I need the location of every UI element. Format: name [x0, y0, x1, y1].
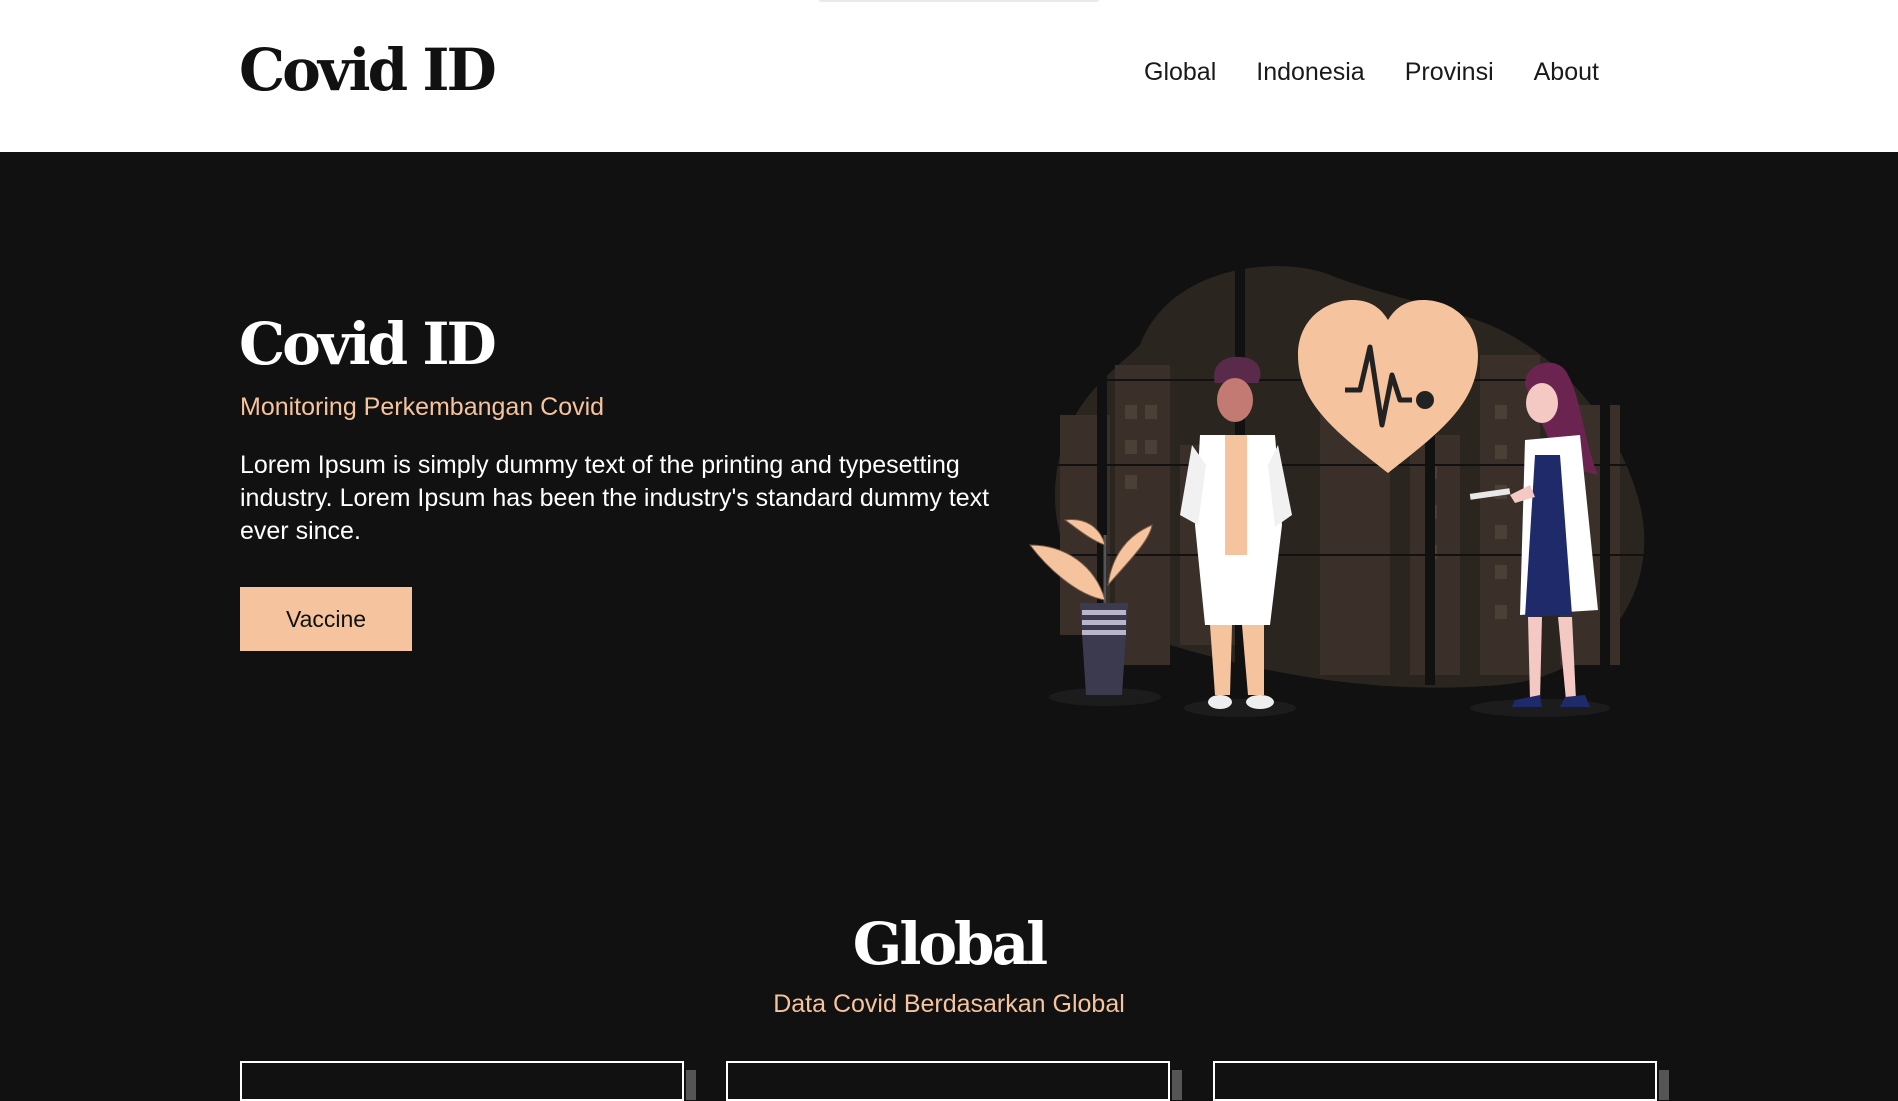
- hero-description: Lorem Ipsum is simply dummy text of the …: [240, 451, 990, 545]
- brand-logo[interactable]: Covid ID: [239, 36, 497, 104]
- doctors-illustration: [1028, 265, 1660, 717]
- vaccine-button[interactable]: Vaccine: [240, 587, 412, 651]
- global-title: Global: [852, 910, 1048, 978]
- site-header: Covid ID Global Indonesia Provinsi About: [0, 0, 1898, 152]
- stat-card-1-shadow: [686, 1070, 696, 1100]
- stat-card-3: [1213, 1061, 1657, 1101]
- doctor-shadow: [1184, 699, 1296, 717]
- stat-card-3-shadow: [1659, 1070, 1669, 1100]
- hero-title: Covid ID: [239, 310, 497, 378]
- global-subtitle: Data Covid Berdasarkan Global: [773, 990, 1125, 1018]
- top-pill-decoration: [818, 0, 1100, 2]
- stat-card-1: [240, 1061, 684, 1101]
- nav-link-provinsi[interactable]: Provinsi: [1405, 58, 1494, 87]
- stat-card-2: [726, 1061, 1170, 1101]
- nav-link-indonesia[interactable]: Indonesia: [1256, 58, 1364, 87]
- nav-link-global[interactable]: Global: [1144, 58, 1216, 87]
- main-nav: Global Indonesia Provinsi About: [1144, 58, 1599, 87]
- nav-link-about[interactable]: About: [1534, 58, 1599, 87]
- stat-card-2-shadow: [1172, 1070, 1182, 1100]
- hero-subtitle: Monitoring Perkembangan Covid: [240, 393, 605, 421]
